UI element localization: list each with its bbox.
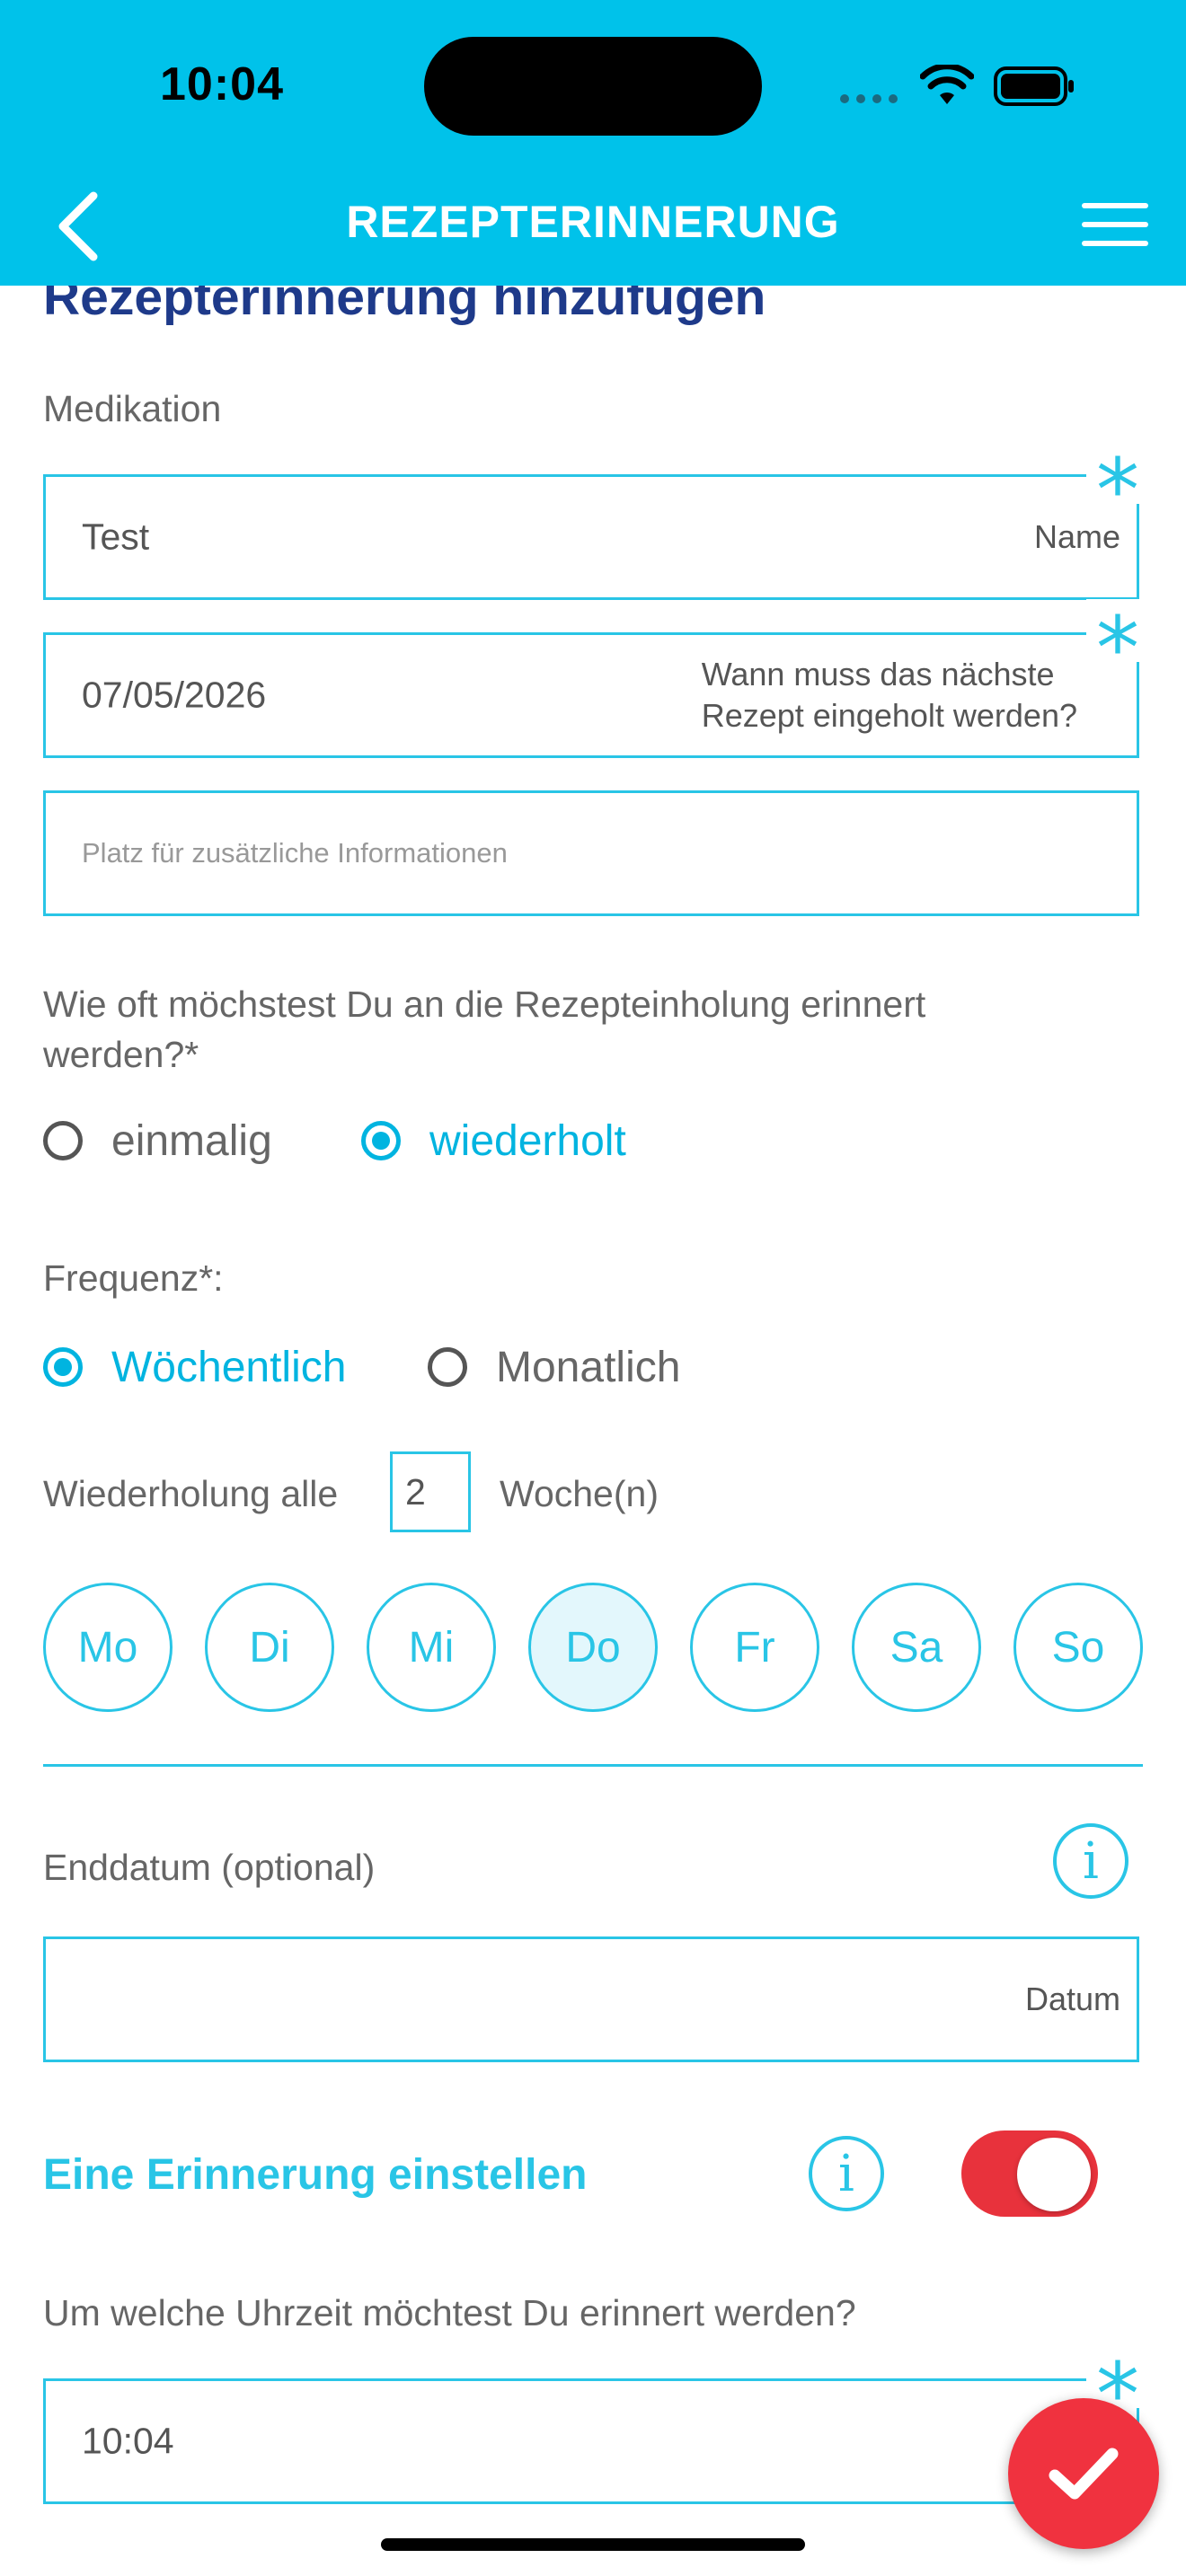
required-asterisk-icon: * xyxy=(1086,599,1149,662)
radio-wiederholt[interactable]: wiederholt xyxy=(361,1117,626,1165)
medication-name-value: Test xyxy=(82,516,150,558)
radio-circle-icon xyxy=(428,1347,467,1387)
reminder-time-value: 10:04 xyxy=(82,2420,174,2462)
radio-weekly[interactable]: Wöchentlich xyxy=(43,1343,347,1391)
radio-label: einmalig xyxy=(111,1116,272,1165)
date-hint-line-1: Wann muss das nächste xyxy=(701,656,1055,693)
info-icon[interactable]: i xyxy=(809,2136,884,2211)
frequency-label: Frequenz*: xyxy=(43,1257,224,1299)
radio-monthly[interactable]: Monatlich xyxy=(428,1343,681,1391)
save-button[interactable] xyxy=(1008,2398,1159,2549)
medication-label: Medikation xyxy=(43,388,222,429)
repeat-suffix-label: Woche(n) xyxy=(500,1473,659,1514)
repeat-interval-input[interactable]: 2 xyxy=(390,1451,471,1532)
radio-circle-icon xyxy=(43,1121,83,1160)
question-line-2: werden?* xyxy=(43,1034,199,1075)
battery-icon xyxy=(994,66,1074,106)
next-prescription-date-value: 07/05/2026 xyxy=(82,674,267,716)
medication-name-hint: Name xyxy=(1033,518,1120,555)
status-time: 10:04 xyxy=(160,58,284,110)
menu-icon[interactable] xyxy=(1080,201,1150,248)
day-di[interactable]: Di xyxy=(205,1583,334,1712)
info-icon[interactable]: i xyxy=(1053,1823,1128,1899)
date-hint-line-2: Rezept eingeholt werden? xyxy=(701,697,1077,734)
home-indicator xyxy=(381,2538,805,2551)
radio-label: Wöchentlich xyxy=(111,1343,347,1391)
reminder-frequency-question: Wie oft möchstest Du an die Rezepteinhol… xyxy=(43,979,1148,1080)
day-sa[interactable]: Sa xyxy=(852,1583,981,1712)
reminder-time-field[interactable]: 10:04 * xyxy=(43,2345,1149,2504)
radio-label: wiederholt xyxy=(429,1116,626,1165)
day-mo[interactable]: Mo xyxy=(43,1583,173,1712)
dynamic-island xyxy=(424,37,762,136)
section-divider xyxy=(43,1764,1143,1767)
weekday-selector: Mo Di Mi Do Fr Sa So xyxy=(43,1583,1143,1712)
day-do[interactable]: Do xyxy=(528,1583,658,1712)
toggle-knob xyxy=(1017,2138,1091,2211)
radio-selected-icon xyxy=(361,1121,401,1160)
app-header: 10:04 REZEPTERINNERUNG xyxy=(0,0,1186,286)
next-prescription-date-hint: Wann muss das nächste Rezept eingeholt w… xyxy=(702,654,1077,737)
medication-name-field[interactable]: Test Name * xyxy=(43,441,1149,600)
end-date-label: Enddatum (optional) xyxy=(43,1847,376,1888)
day-so[interactable]: So xyxy=(1013,1583,1143,1712)
reminder-toggle[interactable] xyxy=(961,2130,1098,2217)
page-title: REZEPTERINNERUNG xyxy=(346,197,840,247)
radio-label: Monatlich xyxy=(496,1343,681,1391)
repeat-prefix-label: Wiederholung alle xyxy=(43,1473,339,1514)
signal-icon xyxy=(840,94,898,103)
end-date-hint: Datum xyxy=(1024,1981,1120,2017)
required-asterisk-icon: * xyxy=(1086,441,1149,504)
checkmark-icon xyxy=(1049,2448,1119,2500)
reminder-heading: Eine Erinnerung einstellen xyxy=(43,2151,588,2199)
radio-einmalig[interactable]: einmalig xyxy=(43,1117,272,1165)
radio-selected-icon xyxy=(43,1347,83,1387)
day-mi[interactable]: Mi xyxy=(367,1583,496,1712)
time-question: Um welche Uhrzeit möchtest Du erinnert w… xyxy=(43,2292,856,2333)
additional-info-placeholder: Platz für zusätzliche Informationen xyxy=(82,837,508,869)
additional-info-field[interactable]: Platz für zusätzliche Informationen xyxy=(43,790,1139,916)
wifi-icon xyxy=(920,65,974,104)
next-prescription-date-field[interactable]: 07/05/2026 Wann muss das nächste Rezept … xyxy=(43,599,1149,758)
question-line-1: Wie oft möchstest Du an die Rezepteinhol… xyxy=(43,984,926,1025)
end-date-field[interactable]: Datum xyxy=(43,1936,1139,2062)
day-fr[interactable]: Fr xyxy=(690,1583,819,1712)
